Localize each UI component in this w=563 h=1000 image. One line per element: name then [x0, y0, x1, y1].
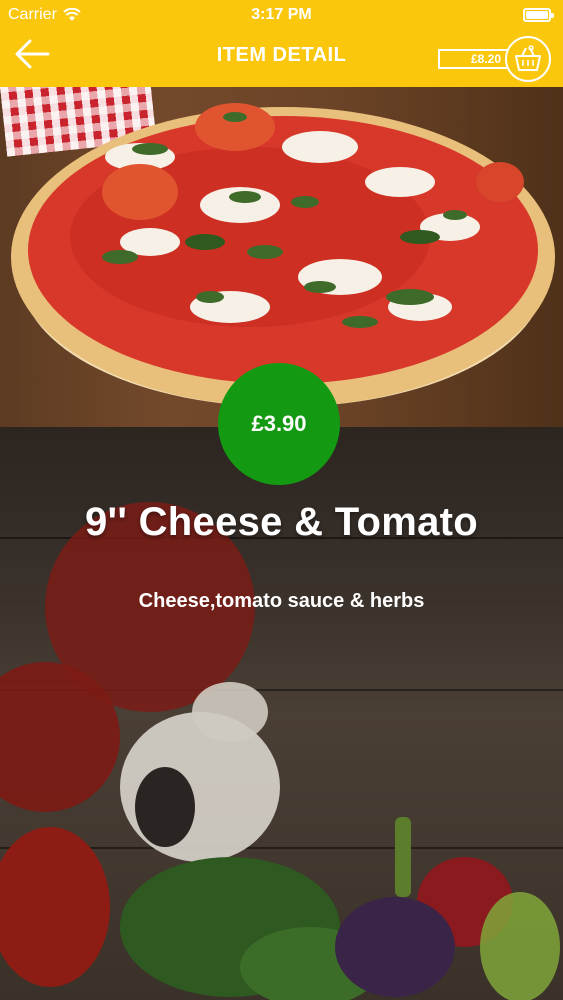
- top-bar: Carrier 3:17 PM ITEM DETAIL £8.20: [0, 0, 563, 87]
- cart-total-badge[interactable]: £8.20: [438, 49, 510, 69]
- price-badge: £3.90: [218, 363, 340, 485]
- basket-button[interactable]: [505, 36, 551, 82]
- item-name: 9'' Cheese & Tomato: [85, 500, 478, 544]
- status-time: 3:17 PM: [251, 6, 312, 23]
- basket-icon: [515, 45, 541, 71]
- item-description: Cheese,tomato sauce & herbs: [138, 590, 425, 612]
- status-bar: Carrier 3:17 PM: [0, 0, 563, 30]
- battery-icon: [523, 8, 554, 22]
